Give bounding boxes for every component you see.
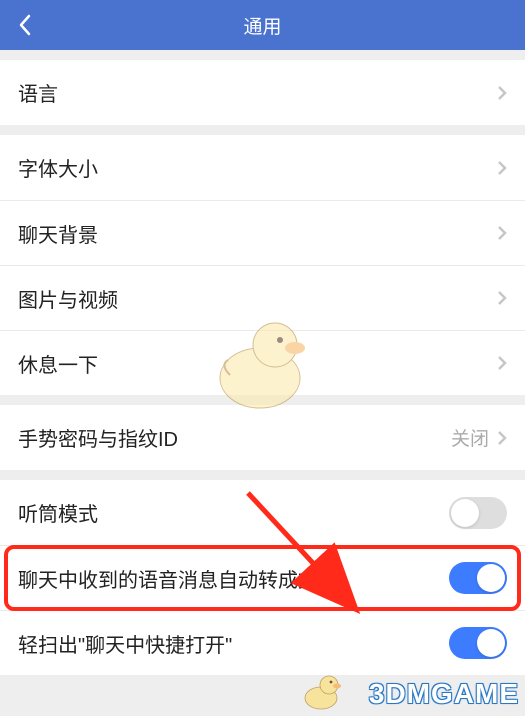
row-swipe-quick-open: 轻扫出"聊天中快捷打开" [0,610,525,675]
toggle-swipe-quick-open[interactable] [449,627,507,659]
settings-group-toggles: 听筒模式 聊天中收到的语音消息自动转成文字 轻扫出"聊天中快捷打开" [0,480,525,675]
watermark-duck-small-icon [299,670,345,710]
back-button[interactable] [10,10,40,40]
chevron-right-icon [497,430,507,446]
settings-group-language: 语言 [0,60,525,125]
page-title: 通用 [243,12,281,39]
row-chat-background[interactable]: 聊天背景 [0,200,525,265]
row-label: 聊天中收到的语音消息自动转成文字 [18,564,449,593]
row-label: 休息一下 [18,349,497,378]
settings-group-display: 字体大小 聊天背景 图片与视频 休息一下 [0,135,525,395]
watermark-text: 3DMGAME [369,678,519,710]
row-gesture-fingerprint[interactable]: 手势密码与指纹ID 关闭 [0,405,525,470]
chevron-right-icon [497,355,507,371]
row-photos-videos[interactable]: 图片与视频 [0,265,525,330]
chevron-right-icon [497,290,507,306]
chevron-right-icon [497,160,507,176]
toggle-voice-to-text[interactable] [449,562,507,594]
header-bar: 通用 [0,0,525,50]
row-label: 手势密码与指纹ID [18,423,451,452]
row-label: 字体大小 [18,153,497,182]
row-label: 语言 [18,78,497,107]
row-language[interactable]: 语言 [0,60,525,125]
row-take-break[interactable]: 休息一下 [0,330,525,395]
row-label: 图片与视频 [18,284,497,313]
toggle-earpiece-mode[interactable] [449,497,507,529]
back-icon [18,14,32,36]
row-label: 轻扫出"聊天中快捷打开" [18,629,449,658]
chevron-right-icon [497,85,507,101]
row-label: 听筒模式 [18,498,449,527]
row-earpiece-mode: 听筒模式 [0,480,525,545]
settings-group-security: 手势密码与指纹ID 关闭 [0,405,525,470]
row-voice-to-text: 聊天中收到的语音消息自动转成文字 [0,545,525,610]
chevron-right-icon [497,225,507,241]
row-label: 聊天背景 [18,219,497,248]
row-value: 关闭 [451,424,489,451]
watermark-logo: 3DMGAME [369,678,519,710]
row-font-size[interactable]: 字体大小 [0,135,525,200]
